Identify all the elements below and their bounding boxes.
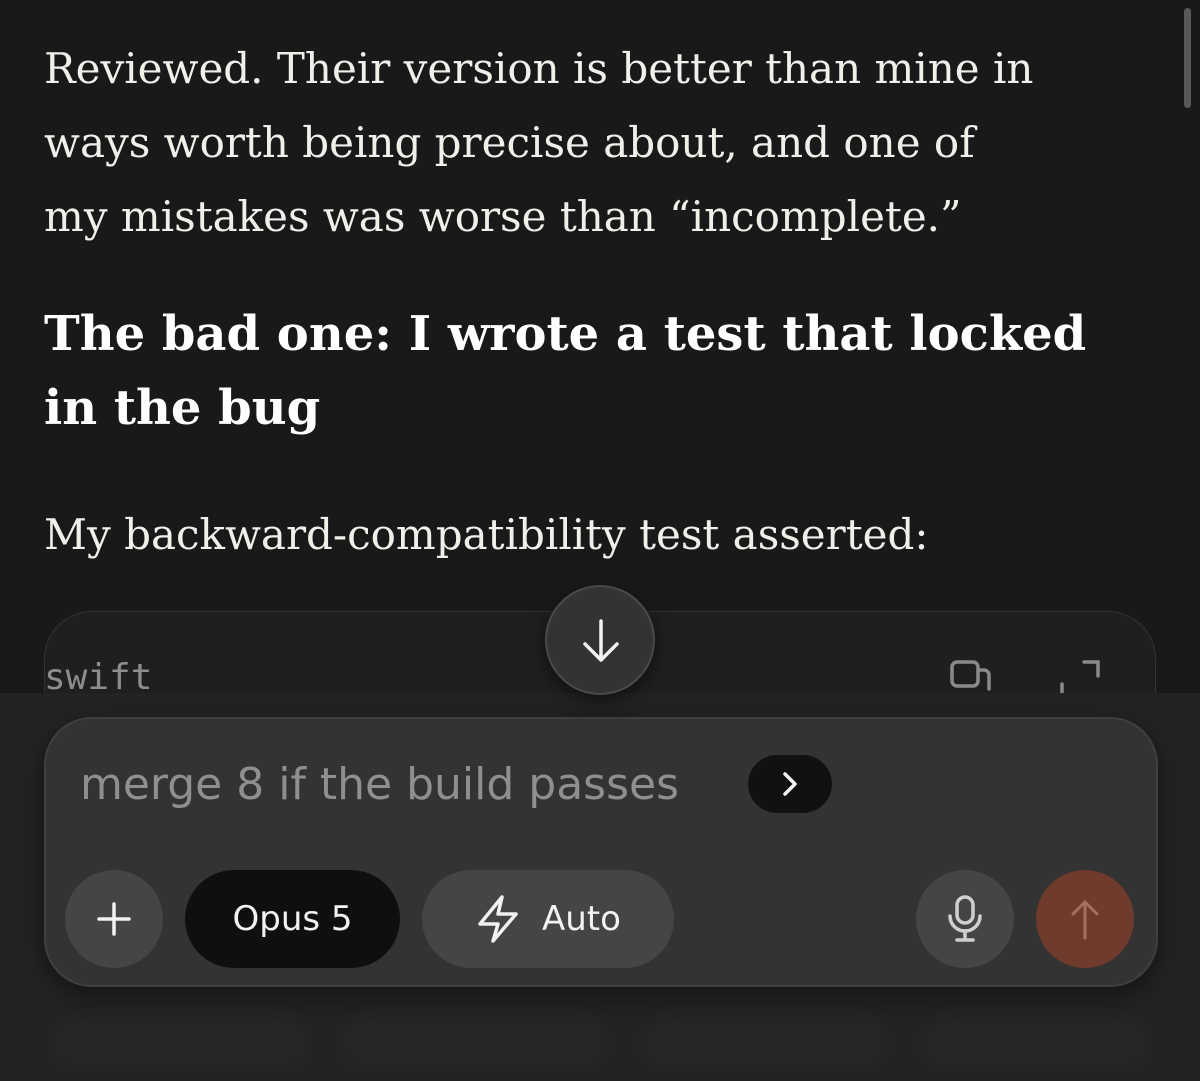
blurred-bottom-item (920, 1018, 1150, 1068)
arrow-down-icon (583, 619, 619, 662)
microphone-button[interactable] (916, 870, 1014, 968)
chevron-right-icon (783, 772, 797, 796)
copy-icon[interactable] (950, 660, 994, 694)
add-button[interactable] (65, 870, 163, 968)
message-lead-paragraph: My backward-compatibility test asserted: (44, 510, 929, 559)
scrollbar[interactable] (1184, 8, 1191, 108)
prompt-input-text[interactable]: merge 8 if the build passes (80, 758, 679, 812)
message-intro-paragraph: Reviewed. Their version is better than m… (44, 32, 1164, 254)
chat-screen: Reviewed. Their version is better than m… (0, 0, 1200, 1081)
microphone-icon (948, 895, 982, 942)
arrow-up-icon (1071, 900, 1099, 940)
message-heading: The bad one: I wrote a test that locked … (44, 297, 1164, 445)
blurred-bottom-item (50, 1018, 310, 1068)
intro-line: my mistakes was worse than “incomplete.” (44, 192, 962, 241)
mode-label: Auto (542, 899, 621, 939)
intro-line: Reviewed. Their version is better than m… (44, 44, 1034, 93)
heading-line: in the bug (44, 380, 321, 436)
scroll-to-bottom-button[interactable] (545, 585, 655, 695)
suggestion-chevron-button[interactable] (748, 755, 832, 813)
blurred-bottom-item (340, 1018, 610, 1068)
blurred-bottom-item (640, 1018, 890, 1068)
intro-line: ways worth being precise about, and one … (44, 118, 975, 167)
lightning-bolt-icon (478, 895, 518, 943)
plus-icon (97, 902, 131, 936)
send-button[interactable] (1036, 870, 1134, 968)
model-selector-button[interactable]: Opus 5 (185, 870, 400, 968)
mode-selector-button[interactable]: Auto (422, 870, 674, 968)
heading-line: The bad one: I wrote a test that locked (44, 306, 1087, 362)
